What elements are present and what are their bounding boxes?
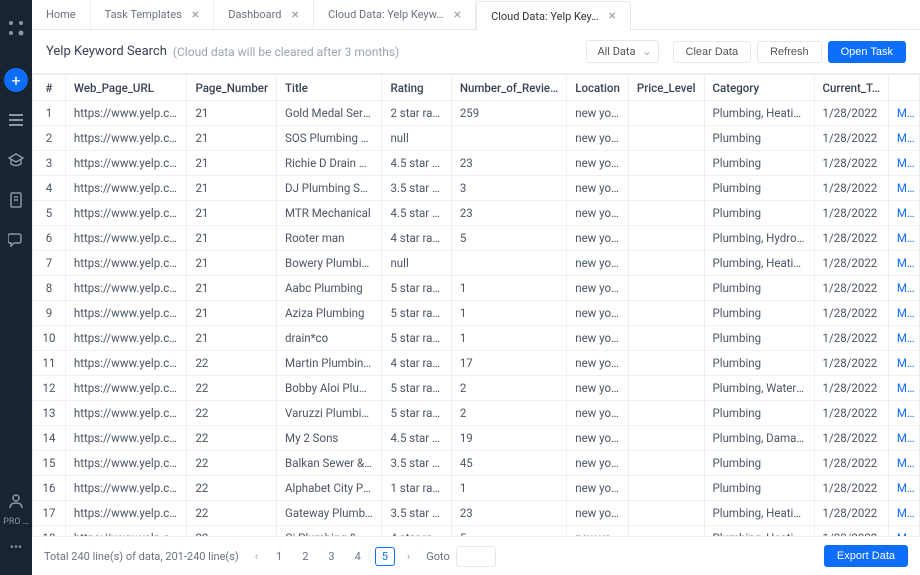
more-link[interactable]: More xyxy=(888,426,919,451)
more-link[interactable]: More xyxy=(888,451,919,476)
table-row[interactable]: 16https://www.yelp.com/sear…22Alphabet C… xyxy=(33,476,920,501)
tab-close-icon[interactable]: × xyxy=(609,8,616,24)
table-row[interactable]: 6https://www.yelp.com/sear…21Rooter man4… xyxy=(33,226,920,251)
more-link[interactable]: More xyxy=(888,401,919,426)
column-header[interactable]: Location xyxy=(567,75,629,101)
column-header[interactable]: Current_T… xyxy=(814,75,888,101)
menu-icon[interactable] xyxy=(4,108,28,132)
tab-close-icon[interactable]: × xyxy=(291,7,298,23)
more-link[interactable]: More xyxy=(888,276,919,301)
footer: Total 240 line(s) of data, 201-240 line(… xyxy=(32,536,920,575)
table-row[interactable]: 7https://www.yelp.com/sear…21Bowery Plum… xyxy=(33,251,920,276)
document-icon[interactable] xyxy=(4,188,28,212)
column-header[interactable] xyxy=(888,75,919,101)
filter-select[interactable]: All Data xyxy=(586,40,658,63)
more-link[interactable]: More xyxy=(888,376,919,401)
more-link[interactable]: More xyxy=(888,351,919,376)
tab[interactable]: Dashboard× xyxy=(214,0,314,29)
goto-label: Goto xyxy=(426,550,450,563)
more-link[interactable]: More xyxy=(888,476,919,501)
tab[interactable]: Home xyxy=(32,0,91,29)
page-number[interactable]: 1 xyxy=(270,548,288,565)
page-number[interactable]: 5 xyxy=(375,547,395,566)
more-link[interactable]: More xyxy=(888,526,919,537)
column-header[interactable]: Web_Page_URL xyxy=(65,75,187,101)
column-header[interactable]: Category xyxy=(704,75,814,101)
table-row[interactable]: 17https://www.yelp.com/sear…22Gateway Pl… xyxy=(33,501,920,526)
more-link[interactable]: More xyxy=(888,126,919,151)
sidebar: + PRO … ••• xyxy=(0,0,32,575)
table-row[interactable]: 9https://www.yelp.com/sear…21Aziza Plumb… xyxy=(33,301,920,326)
table-row[interactable]: 3https://www.yelp.com/sear…21Richie D Dr… xyxy=(33,151,920,176)
tab-close-icon[interactable]: × xyxy=(192,7,199,23)
open-task-button[interactable]: Open Task xyxy=(828,41,906,63)
column-header[interactable]: Rating xyxy=(382,75,451,101)
column-header[interactable]: Title xyxy=(277,75,382,101)
table-row[interactable]: 5https://www.yelp.com/sear…21MTR Mechani… xyxy=(33,201,920,226)
user-icon[interactable] xyxy=(4,489,28,513)
table-row[interactable]: 18https://www.yelp.com/sear…22Cj Plumbin… xyxy=(33,526,920,537)
pager-arrow[interactable]: ‹ xyxy=(251,550,262,563)
more-link[interactable]: More xyxy=(888,226,919,251)
toolbar: Yelp Keyword Search (Cloud data will be … xyxy=(32,30,920,74)
more-icon[interactable]: ••• xyxy=(4,535,28,559)
main-area: HomeTask Templates×Dashboard×Cloud Data:… xyxy=(32,0,920,575)
more-link[interactable]: More xyxy=(888,101,919,126)
pager: ‹ 12345 › xyxy=(251,547,415,566)
more-link[interactable]: More xyxy=(888,501,919,526)
add-button[interactable]: + xyxy=(4,68,28,92)
pager-arrow[interactable]: › xyxy=(403,550,414,563)
more-link[interactable]: More xyxy=(888,201,919,226)
more-link[interactable]: More xyxy=(888,251,919,276)
more-link[interactable]: More xyxy=(888,301,919,326)
column-header[interactable]: Page_Number xyxy=(187,75,277,101)
tab-bar: HomeTask Templates×Dashboard×Cloud Data:… xyxy=(32,0,920,30)
tab[interactable]: Cloud Data: Yelp Key…× xyxy=(476,1,631,30)
more-link[interactable]: More xyxy=(888,176,919,201)
table-row[interactable]: 2https://www.yelp.com/sear…21SOS Plumbin… xyxy=(33,126,920,151)
page-number[interactable]: 4 xyxy=(349,548,367,565)
pro-label: PRO … xyxy=(3,517,29,527)
table-row[interactable]: 11https://www.yelp.com/sear…22Martin Plu… xyxy=(33,351,920,376)
tab[interactable]: Task Templates× xyxy=(91,0,215,29)
table-row[interactable]: 8https://www.yelp.com/sear…21Aabc Plumbi… xyxy=(33,276,920,301)
table-row[interactable]: 10https://www.yelp.com/sear…21drain*co5 … xyxy=(33,326,920,351)
tab-close-icon[interactable]: × xyxy=(454,7,461,23)
clear-data-button[interactable]: Clear Data xyxy=(673,41,752,63)
page-title: Yelp Keyword Search xyxy=(46,44,167,59)
export-button[interactable]: Export Data xyxy=(824,545,908,567)
refresh-button[interactable]: Refresh xyxy=(757,41,822,63)
table-row[interactable]: 13https://www.yelp.com/sear…22Varuzzi Pl… xyxy=(33,401,920,426)
summary-text: Total 240 line(s) of data, 201-240 line(… xyxy=(44,550,239,563)
goto-input[interactable] xyxy=(456,546,496,567)
column-header[interactable]: Price_Level xyxy=(628,75,704,101)
column-header[interactable]: Number_of_Revie… xyxy=(451,75,566,101)
table-row[interactable]: 4https://www.yelp.com/sear…21DJ Plumbing… xyxy=(33,176,920,201)
page-number[interactable]: 2 xyxy=(296,548,314,565)
tab[interactable]: Cloud Data: Yelp Keyw…× xyxy=(314,0,476,29)
table-row[interactable]: 1https://www.yelp.com/sear…21Gold Medal … xyxy=(33,101,920,126)
education-icon[interactable] xyxy=(4,148,28,172)
table-row[interactable]: 15https://www.yelp.com/sear…22Balkan Sew… xyxy=(33,451,920,476)
table-row[interactable]: 14https://www.yelp.com/sear…22My 2 Sons4… xyxy=(33,426,920,451)
more-link[interactable]: More xyxy=(888,326,919,351)
data-table: #Web_Page_URLPage_NumberTitleRatingNumbe… xyxy=(32,74,920,536)
table-row[interactable]: 12https://www.yelp.com/sear…22Bobby Aloi… xyxy=(33,376,920,401)
chat-icon[interactable] xyxy=(4,228,28,252)
page-number[interactable]: 3 xyxy=(322,548,340,565)
column-header[interactable]: # xyxy=(33,75,66,101)
page-subtitle: (Cloud data will be cleared after 3 mont… xyxy=(173,45,399,59)
more-link[interactable]: More xyxy=(888,151,919,176)
table-container: #Web_Page_URLPage_NumberTitleRatingNumbe… xyxy=(32,74,920,536)
logo-icon[interactable] xyxy=(4,16,28,40)
